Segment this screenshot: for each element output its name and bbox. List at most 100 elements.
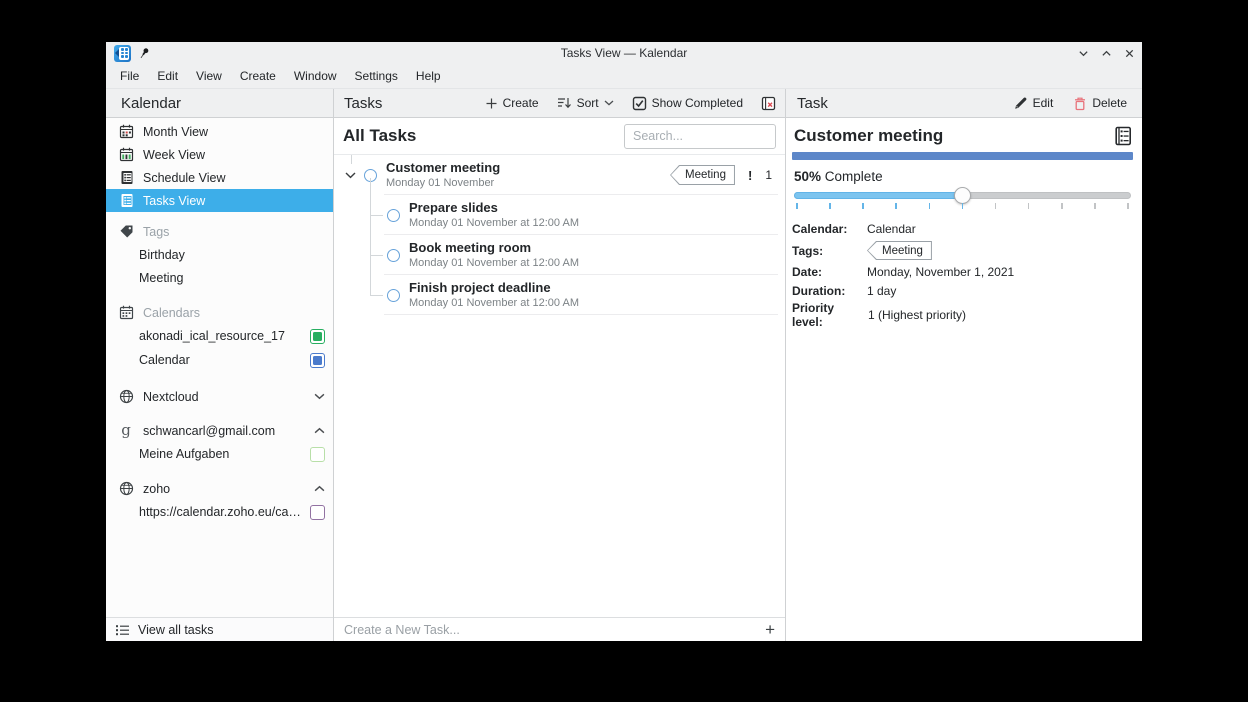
- calendar-checkbox[interactable]: [310, 505, 325, 520]
- field-label: Duration:: [792, 284, 867, 298]
- task-complete-circle[interactable]: [387, 249, 400, 262]
- calendar-checkbox[interactable]: [310, 447, 325, 462]
- task-date: Monday 01 November at 12:00 AM: [409, 297, 775, 309]
- view-all-tasks-icon: [114, 622, 130, 638]
- task-complete-circle[interactable]: [387, 289, 400, 302]
- tag-badge-meeting[interactable]: Meeting: [867, 241, 932, 260]
- slider-handle[interactable]: [954, 187, 971, 204]
- calendar-checkbox[interactable]: [310, 329, 325, 344]
- tasks-header-title: Tasks: [344, 95, 382, 112]
- sidebar-item-schedule-view[interactable]: Schedule View: [106, 166, 333, 189]
- close-button[interactable]: [1122, 46, 1136, 60]
- section-label: Tags: [143, 225, 325, 239]
- field-label: Calendar:: [792, 222, 867, 236]
- tag-badge-meeting[interactable]: Meeting: [670, 165, 735, 185]
- field-label: Priority level:: [792, 301, 868, 329]
- field-value: Calendar: [867, 222, 916, 236]
- field-label: Date:: [792, 265, 867, 279]
- sidebar-item-tasks-view[interactable]: Tasks View: [106, 189, 333, 212]
- sidebar-item-week-view[interactable]: Week View: [106, 143, 333, 166]
- sidebar-header-title: Kalendar: [121, 95, 181, 112]
- sidebar-item-calendar-meine-aufgaben[interactable]: Meine Aufgaben: [106, 442, 333, 466]
- google-icon: g: [118, 423, 134, 439]
- sidebar-account-nextcloud[interactable]: Nextcloud: [106, 385, 333, 408]
- sidebar-account-gmail[interactable]: g schwancarl@gmail.com: [106, 419, 333, 442]
- tasks-header: Tasks Create Sort Show Completed: [334, 89, 786, 117]
- sidebar-item-month-view[interactable]: Month View: [106, 120, 333, 143]
- maximize-button[interactable]: [1099, 46, 1113, 60]
- create-new-task-field[interactable]: Create a New Task... +: [334, 617, 785, 641]
- tasks-list-icon: [118, 193, 134, 209]
- menu-view[interactable]: View: [188, 66, 230, 86]
- account-label: zoho: [143, 482, 305, 496]
- field-tags: Tags: Meeting: [792, 239, 1133, 262]
- completion-slider[interactable]: [792, 187, 1133, 211]
- field-date: Date: Monday, November 1, 2021: [792, 263, 1133, 281]
- calendar-checkbox[interactable]: [310, 353, 325, 368]
- calendar-label: akonadi_ical_resource_17: [139, 329, 301, 343]
- task-row-customer-meeting[interactable]: Customer meeting Monday 01 November Meet…: [334, 155, 785, 195]
- edit-task-button[interactable]: Edit: [1009, 93, 1059, 113]
- menu-settings[interactable]: Settings: [347, 66, 406, 86]
- all-tasks-title: All Tasks: [343, 126, 416, 146]
- menu-create[interactable]: Create: [232, 66, 284, 86]
- view-all-tasks-button[interactable]: View all tasks: [106, 617, 333, 641]
- task-list: Customer meeting Monday 01 November Meet…: [334, 155, 785, 617]
- sidebar-item-tag-meeting[interactable]: Meeting: [106, 266, 333, 289]
- pin-icon[interactable]: [139, 47, 152, 60]
- chevron-down-icon[interactable]: [314, 393, 325, 400]
- task-row-finish-project-deadline[interactable]: Finish project deadline Monday 01 Novemb…: [334, 275, 785, 315]
- globe-icon: [118, 389, 134, 405]
- titlebar: Tasks View — Kalendar: [106, 42, 1142, 64]
- kalendar-app-icon: [114, 45, 131, 62]
- add-task-plus-icon[interactable]: +: [765, 621, 775, 638]
- calendar-color-bar: [792, 152, 1133, 160]
- sidebar-account-zoho[interactable]: zoho: [106, 477, 333, 500]
- field-value: 1 (Highest priority): [868, 308, 966, 322]
- sidebar-item-label: Tasks View: [143, 194, 325, 208]
- minimize-button[interactable]: [1076, 46, 1090, 60]
- sort-icon: [557, 96, 572, 110]
- menu-edit[interactable]: Edit: [149, 66, 186, 86]
- calendars-icon: [118, 305, 134, 321]
- sidebar-item-calendar-calendar[interactable]: Calendar: [106, 348, 333, 372]
- sort-button[interactable]: Sort: [552, 93, 619, 113]
- task-row-prepare-slides[interactable]: Prepare slides Monday 01 November at 12:…: [334, 195, 785, 235]
- task-title: Book meeting room: [409, 241, 775, 255]
- hide-completed-icon: [761, 96, 776, 111]
- sidebar-section-tags[interactable]: Tags: [106, 220, 333, 243]
- progress-label: 50% Complete: [792, 169, 1133, 184]
- delete-task-button[interactable]: Delete: [1068, 93, 1132, 114]
- sidebar-item-label: Schedule View: [143, 171, 325, 185]
- sidebar-item-tag-birthday[interactable]: Birthday: [106, 243, 333, 266]
- show-completed-button[interactable]: Show Completed: [627, 93, 748, 114]
- menu-help[interactable]: Help: [408, 66, 449, 86]
- menu-window[interactable]: Window: [286, 66, 345, 86]
- tag-icon: [118, 224, 134, 240]
- menu-file[interactable]: File: [112, 66, 147, 86]
- schedule-list-icon: [118, 170, 134, 186]
- task-row-book-meeting-room[interactable]: Book meeting room Monday 01 November at …: [334, 235, 785, 275]
- expander-chevron-down-icon[interactable]: [344, 172, 357, 179]
- sidebar-item-calendar-akonadi[interactable]: akonadi_ical_resource_17: [106, 324, 333, 348]
- globe-icon: [118, 481, 134, 497]
- search-input[interactable]: [624, 124, 776, 149]
- plus-icon: [485, 97, 498, 110]
- sidebar-item-calendar-zoho-url[interactable]: https://calendar.zoho.eu/caldav/b...: [106, 500, 333, 524]
- detail-header: Task Edit Delete: [786, 89, 1142, 117]
- task-complete-circle[interactable]: [387, 209, 400, 222]
- priority-value: 1: [765, 168, 772, 182]
- hide-completed-button[interactable]: [756, 93, 781, 114]
- priority-icon: !: [748, 168, 752, 183]
- kalendar-window: Tasks View — Kalendar File Edit View Cre…: [106, 42, 1142, 641]
- trash-icon: [1073, 96, 1087, 111]
- field-calendar: Calendar: Calendar: [792, 220, 1133, 238]
- sidebar-section-calendars[interactable]: Calendars: [106, 301, 333, 324]
- chevron-up-icon[interactable]: [314, 427, 325, 434]
- task-title: Finish project deadline: [409, 281, 775, 295]
- create-new-task-placeholder: Create a New Task...: [344, 623, 460, 637]
- task-date: Monday 01 November at 12:00 AM: [409, 257, 775, 269]
- chevron-up-icon[interactable]: [314, 485, 325, 492]
- panel-headers: Kalendar Tasks Create Sort Show Complete…: [106, 88, 1142, 118]
- create-task-button[interactable]: Create: [480, 93, 544, 113]
